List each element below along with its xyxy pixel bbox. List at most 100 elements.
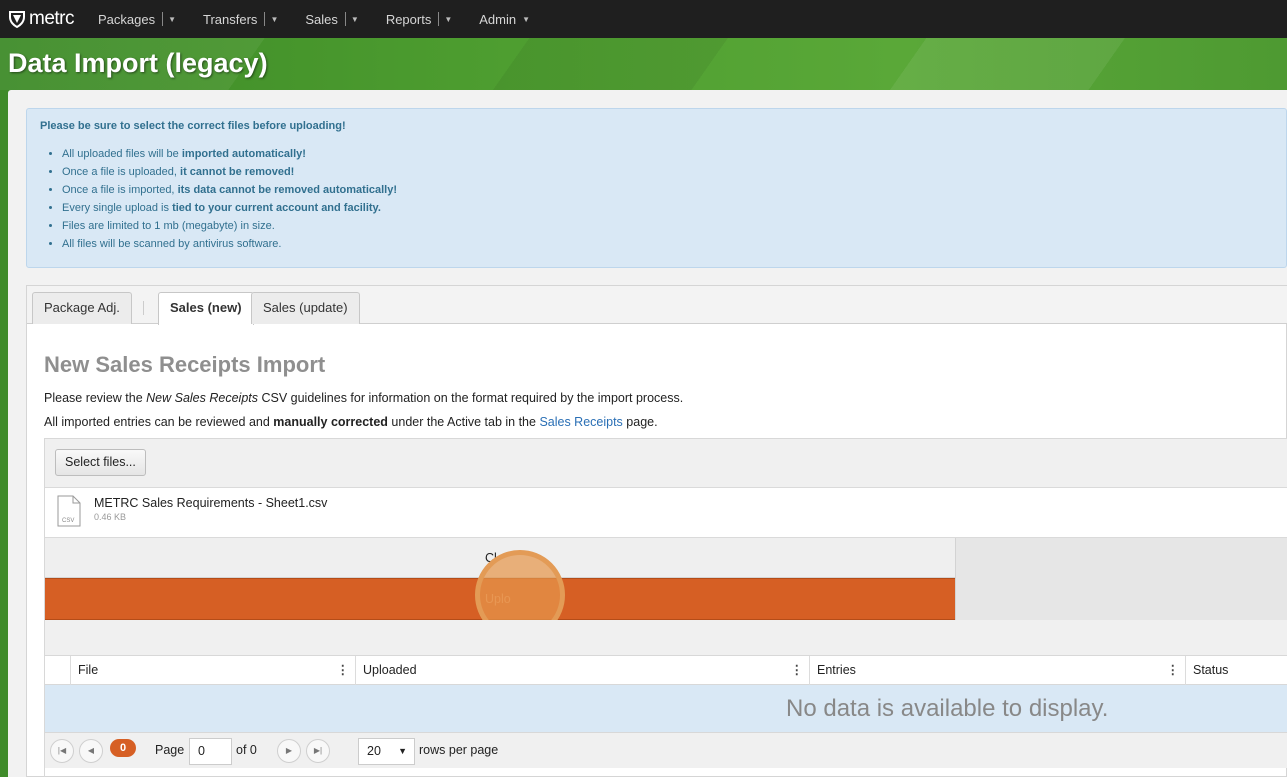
alert-item-text: Every single upload is — [62, 202, 173, 214]
next-page-icon[interactable]: ▶ — [277, 739, 301, 763]
alert-item: Files are limited to 1 mb (megabyte) in … — [62, 219, 397, 237]
file-size: 0.46 KB — [94, 512, 127, 522]
text-fragment: CSV guidelines for information on the fo… — [258, 391, 684, 405]
alert-item-emphasis: imported automatically! — [181, 148, 306, 160]
csv-file-icon: CSV — [57, 495, 81, 530]
grid-empty-message: No data is available to display. — [45, 685, 1287, 732]
alert-item: Once a file is imported, its data cannot… — [62, 183, 397, 201]
page-size-select[interactable]: 20 ▼ — [358, 738, 415, 765]
chevron-down-icon: ▼ — [168, 14, 177, 24]
nav-divider — [162, 12, 164, 26]
page-size-value: 20 — [367, 744, 381, 758]
nav-admin[interactable]: Admin ▼ — [479, 12, 530, 27]
alert-item-text: All files will be scanned by antivirus s… — [62, 238, 282, 250]
last-page-icon[interactable]: ▶| — [306, 739, 330, 763]
upload-button-label: Uplo — [485, 592, 511, 606]
chevron-down-icon: ▼ — [270, 14, 279, 24]
upload-widget: Select files... CSV METRC Sales Requirem… — [44, 438, 1287, 777]
tab-bar: Package Adj. Sales (new) Sales (update) — [27, 286, 1287, 325]
nav-reports[interactable]: Reports ▼ — [386, 12, 452, 27]
alert-item-emphasis: tied to your current account and facilit… — [172, 202, 381, 214]
upload-status-area — [955, 538, 1287, 620]
file-name: METRC Sales Requirements - Sheet1.csv — [94, 496, 328, 510]
nav-packages-label: Packages — [98, 11, 156, 27]
tab-divider — [143, 301, 144, 315]
correction-text: All imported entries can be reviewed and… — [44, 415, 658, 429]
select-files-button[interactable]: Select files... — [55, 449, 146, 476]
column-header-status[interactable]: Status — [1185, 656, 1287, 685]
alert-item: All uploaded files will be imported auto… — [62, 147, 397, 165]
column-header-label: Entries — [817, 663, 856, 677]
text-fragment: Please review the — [44, 391, 147, 405]
tab-sales-update[interactable]: Sales (update) — [251, 292, 360, 324]
text-fragment: manually corrected — [273, 415, 388, 429]
nav-divider — [344, 12, 346, 26]
tab-package-adj[interactable]: Package Adj. — [32, 292, 132, 324]
nav-sales[interactable]: Sales ▼ — [305, 12, 358, 27]
info-alert: Please be sure to select the correct fil… — [26, 108, 1287, 268]
section-title: New Sales Receipts Import — [44, 352, 326, 377]
column-header-label: Status — [1193, 663, 1229, 677]
column-menu-icon[interactable]: ⋮ — [791, 656, 804, 684]
rows-per-page-label: rows per page — [419, 743, 499, 757]
nav-reports-label: Reports — [385, 11, 432, 27]
alert-item-text: Once a file is imported, — [62, 184, 178, 196]
alert-item: Once a file is uploaded, it cannot be re… — [62, 165, 397, 183]
empty-message-text: No data is available to display. — [786, 695, 1109, 722]
alert-item: Every single upload is tied to your curr… — [62, 201, 397, 219]
chevron-down-icon: ▼ — [522, 14, 531, 24]
sales-receipts-link[interactable]: Sales Receipts — [539, 415, 622, 429]
file-list-item: CSV METRC Sales Requirements - Sheet1.cs… — [45, 488, 1287, 538]
column-header-label: File — [78, 663, 99, 677]
column-header-label: Uploaded — [363, 663, 417, 677]
clear-button-label: Cl — [485, 551, 497, 565]
clear-button[interactable]: Cl — [45, 538, 955, 578]
import-tab-panel: Package Adj. Sales (new) Sales (update) … — [26, 285, 1287, 777]
grid-pager: |◀ ◀ 0 Page 0 of 0 ▶ ▶| 20 ▼ rows per pa… — [45, 732, 1287, 768]
page-number-input[interactable]: 0 — [189, 738, 232, 765]
alert-item-text: Once a file is uploaded, — [62, 166, 181, 178]
column-header-file[interactable]: File ⋮ — [70, 656, 355, 685]
nav-sales-label: Sales — [305, 11, 338, 27]
grid-toolbar — [45, 620, 1287, 656]
nav-packages[interactable]: Packages ▼ — [98, 12, 176, 27]
brand-logo[interactable]: metrc — [8, 8, 98, 30]
prev-page-icon[interactable]: ◀ — [79, 739, 103, 763]
nav-divider — [264, 12, 266, 26]
nav-divider — [438, 12, 440, 26]
svg-text:CSV: CSV — [62, 518, 74, 524]
nav-transfers-label: Transfers — [203, 11, 258, 27]
column-header-entries[interactable]: Entries ⋮ — [809, 656, 1185, 685]
alert-list: All uploaded files will be imported auto… — [62, 147, 397, 255]
page-banner: Data Import (legacy) — [0, 38, 1287, 90]
text-fragment: All imported entries can be reviewed and — [44, 415, 274, 429]
grid-select-column[interactable] — [45, 656, 70, 685]
nav-transfers[interactable]: Transfers ▼ — [203, 12, 278, 27]
top-nav: metrc Packages ▼ Transfers ▼ Sales ▼ Rep… — [0, 0, 1287, 38]
tab-sales-new[interactable]: Sales (new) — [158, 292, 254, 325]
alert-item: All files will be scanned by antivirus s… — [62, 237, 397, 255]
grid-header: File ⋮ Uploaded ⋮ Entries ⋮ Status — [45, 656, 1287, 685]
shield-logo-icon — [9, 11, 25, 28]
chevron-down-icon: ▼ — [398, 746, 407, 756]
alert-item-text: Files are limited to 1 mb (megabyte) in … — [62, 220, 275, 232]
column-menu-icon[interactable]: ⋮ — [1167, 656, 1180, 684]
text-fragment: under the Active tab in the — [387, 415, 540, 429]
column-header-uploaded[interactable]: Uploaded ⋮ — [355, 656, 809, 685]
page-label: Page — [155, 743, 185, 757]
page-title: Data Import (legacy) — [8, 48, 268, 78]
upload-button[interactable]: Uplo — [45, 578, 955, 620]
alert-item-emphasis: it cannot be removed! — [180, 166, 295, 178]
first-page-icon[interactable]: |◀ — [50, 739, 74, 763]
brand-name: metrc — [29, 8, 75, 29]
guidelines-text: Please review the New Sales Receipts CSV… — [44, 391, 683, 405]
upload-toolbar: Select files... — [45, 439, 1287, 488]
alert-item-text: All uploaded files will be — [62, 148, 182, 160]
alert-title: Please be sure to select the correct fil… — [40, 120, 346, 132]
main-content: Please be sure to select the correct fil… — [8, 90, 1287, 777]
alert-item-emphasis: its data cannot be removed automatically… — [177, 184, 398, 196]
nav-admin-label: Admin — [479, 11, 517, 27]
record-count-badge: 0 — [110, 739, 136, 757]
chevron-down-icon: ▼ — [444, 14, 453, 24]
column-menu-icon[interactable]: ⋮ — [337, 656, 350, 684]
